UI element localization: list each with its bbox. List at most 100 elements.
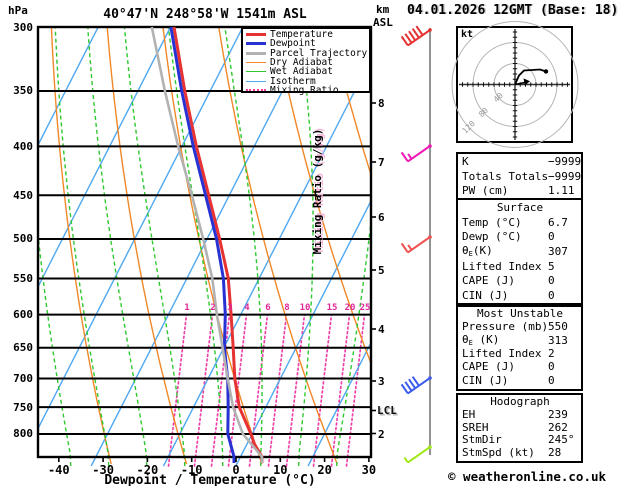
info-section-title: Hodograph: [490, 394, 550, 408]
pressure-tick-label: 450: [13, 188, 33, 202]
pressure-tick-label: 500: [13, 232, 33, 246]
mixing-ratio-value-label: 2: [210, 303, 216, 313]
info-value: −9999: [548, 169, 582, 183]
wind-barb: [400, 25, 432, 47]
pressure-tick-label: 800: [13, 427, 33, 441]
wind-barb: [400, 376, 432, 395]
info-row: θE(K) 307: [458, 244, 581, 259]
info-row: SREH 262: [458, 421, 581, 434]
info-label: SREH: [462, 420, 489, 434]
legend-swatch-mixing-ratio-line: [246, 89, 266, 92]
legend-item: Mixing Ratio: [246, 86, 369, 95]
info-value: 550: [548, 320, 568, 334]
info-box-indices: K −9999 Totals Totals −9999 PW (cm) 1.11 Surfa…: [456, 152, 583, 305]
pressure-tick-label: 300: [13, 20, 33, 34]
mixing-ratio-value-label: 4: [244, 303, 250, 313]
info-label: Pressure (mb): [462, 320, 549, 334]
mixing-ratio-value-label: 6: [265, 303, 271, 313]
legend-swatch-isotherm-line: [246, 80, 266, 82]
dry-adiabat-line: [106, 27, 188, 465]
altitude-tick-label: 5: [378, 264, 385, 277]
info-row: CAPE (J) 0: [458, 274, 581, 289]
info-value: 313: [548, 333, 568, 347]
info-row: CAPE (J) 0: [458, 360, 581, 373]
wind-barb: [400, 235, 432, 254]
info-value: 1.11: [548, 184, 575, 198]
info-label: CAPE (J): [462, 274, 515, 288]
pressure-unit-label: hPa: [8, 4, 28, 17]
info-row: Totals Totals −9999: [458, 169, 581, 184]
pressure-tick-label: 350: [13, 84, 33, 98]
info-value: 239: [548, 407, 568, 421]
info-row: Lifted Index 2: [458, 347, 581, 360]
kt-unit-label: kt: [461, 29, 474, 40]
info-row: Lifted Index 5: [458, 259, 581, 274]
pressure-tick-label: 650: [13, 341, 33, 355]
legend-swatch-wet-adiabat-line: [246, 71, 266, 73]
info-label: PW (cm): [462, 184, 509, 198]
mixing-ratio-value-label: 8: [284, 303, 290, 313]
info-value: 307: [548, 244, 568, 258]
copyright-link[interactable]: © weatheronline.co.uk: [448, 469, 606, 484]
info-row: Dewp (°C) 0: [458, 229, 581, 244]
legend-label: Mixing Ratio: [270, 84, 339, 96]
info-row: CIN (J) 0: [458, 288, 581, 303]
info-label: Temp (°C): [462, 215, 522, 229]
pressure-tick-label: 600: [13, 308, 33, 322]
info-row: EH 239: [458, 408, 581, 421]
pressure-tick-label: 700: [13, 372, 33, 386]
altitude-tick-label: 2: [378, 427, 385, 441]
info-label: CIN (J): [462, 289, 509, 303]
info-box-hodograph-stats: Hodograph EH 239 SREH 262 StmDir 245° StmSpd (k…: [456, 393, 583, 463]
chart-title: 40°47'N 248°58'W 1541m ASL: [103, 7, 307, 22]
legend-swatch-dry-adiabat-line: [246, 62, 266, 64]
mixing-ratio-value-label: 10: [299, 303, 311, 313]
info-value: 0: [548, 274, 555, 288]
altitude-tick-label: 4: [378, 323, 385, 336]
altitude-unit-km-label: km: [376, 3, 390, 16]
info-label: K: [462, 154, 469, 168]
info-value: 262: [548, 420, 568, 434]
pressure-tick-label: 750: [13, 400, 33, 414]
info-value: 245°: [548, 433, 575, 447]
mixing-ratio-value-label: 15: [326, 303, 338, 313]
info-row: Temp (°C) 6.7: [458, 215, 581, 230]
altitude-unit-asl-label: ASL: [373, 16, 393, 29]
legend: Temperature Dewpoint Parcel Trajectory Dry …: [241, 27, 371, 95]
info-label: StmDir: [462, 433, 502, 447]
info-label: θE (K): [462, 333, 500, 348]
info-label: StmSpd (kt): [462, 446, 535, 460]
mixing-ratio-value-label: 1: [184, 303, 190, 313]
mixing-ratio-value-label: 3: [227, 303, 233, 313]
info-row: K −9999: [458, 154, 581, 169]
info-label: CAPE (J): [462, 360, 515, 374]
info-section-title: Most Unstable: [476, 307, 564, 321]
info-row: StmDir 245°: [458, 433, 581, 446]
info-row: CIN (J) 0: [458, 374, 581, 387]
pressure-tick-label: 400: [13, 139, 33, 153]
info-row: θE (K) 313: [458, 333, 581, 348]
info-value: −9999: [548, 154, 582, 168]
legend-label: Wet Adiabat: [270, 66, 333, 78]
legend-swatch-dewpoint-line: [246, 42, 266, 46]
pressure-tick-label: 550: [13, 271, 33, 285]
x-axis-title: Dewpoint / Temperature (°C): [104, 473, 316, 486]
info-value: 0: [548, 373, 555, 387]
info-label: Dewp (°C): [462, 230, 522, 244]
altitude-tick-label: 8: [378, 97, 385, 110]
info-value: 0: [548, 289, 555, 303]
skewt-sounding-panel: 40 80 120 hPa 40°47'N 248°58'W 1541m ASL k…: [0, 0, 629, 486]
info-value: 0: [548, 230, 555, 244]
lcl-marker-label: LCL: [377, 404, 397, 417]
info-label: θE(K): [462, 244, 493, 259]
mixing-ratio-value-label: 20: [344, 303, 356, 313]
info-row: StmSpd (kt) 28: [458, 446, 581, 459]
dry-adiabat-line: [50, 27, 112, 465]
info-label: CIN (J): [462, 373, 509, 387]
isotherm-line: [38, 27, 244, 431]
mixing-ratio-line: [267, 313, 288, 467]
mixing-ratio-line: [193, 313, 214, 467]
wind-barb: [403, 445, 432, 464]
info-value: 6.7: [548, 215, 568, 229]
mixing-ratio-value-label: 25: [359, 303, 371, 313]
